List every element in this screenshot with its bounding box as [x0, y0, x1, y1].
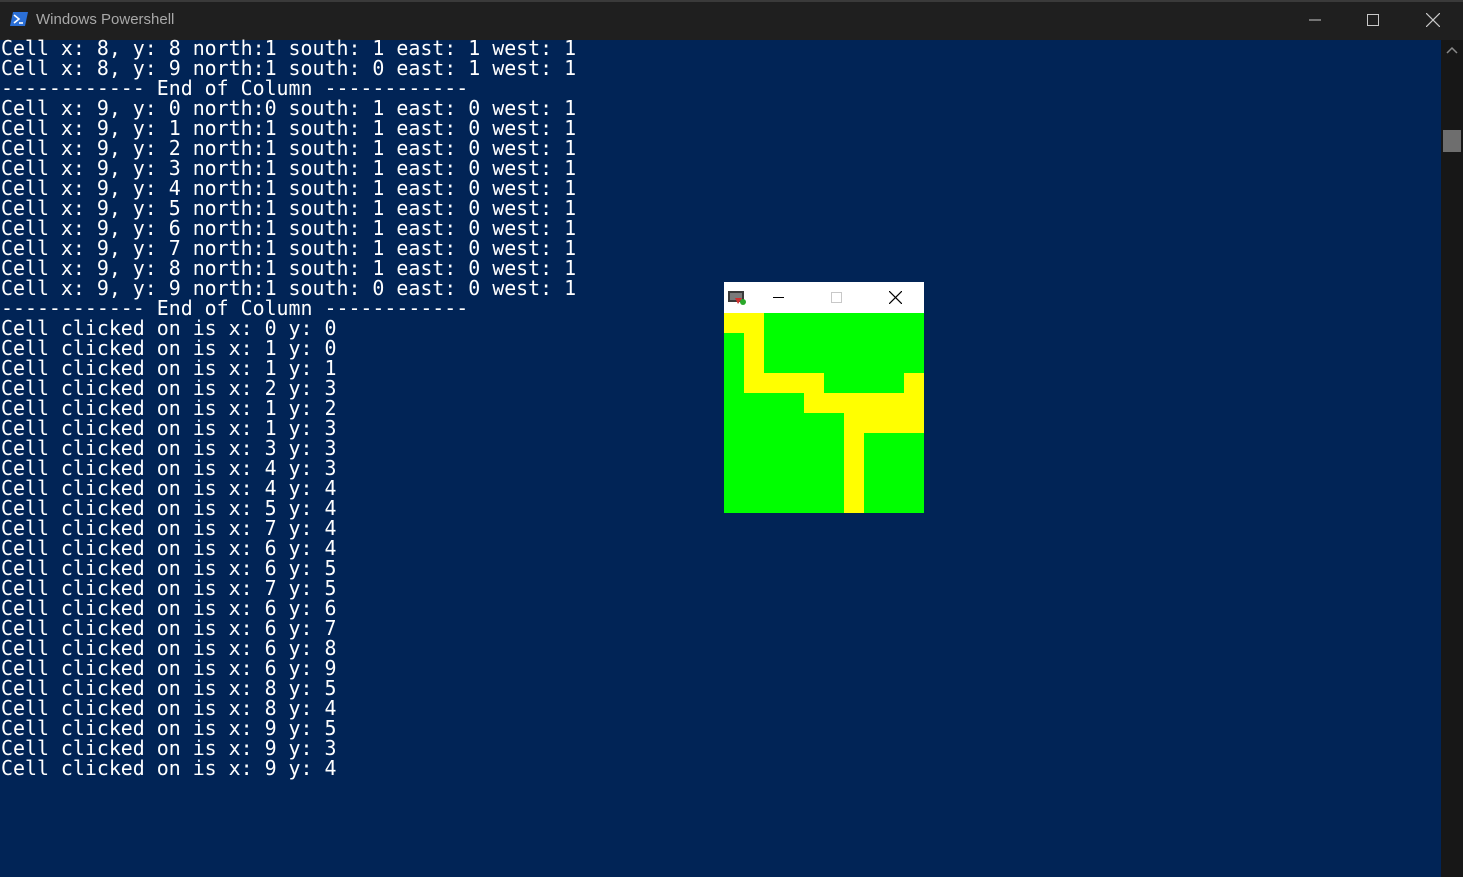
console-line: Cell x: 9, y: 4 north:1 south: 1 east: 0…: [1, 176, 577, 200]
maximize-icon: [830, 292, 842, 303]
maze-close-button[interactable]: [866, 282, 924, 313]
maze-path-cell[interactable]: [844, 433, 864, 453]
console-line: Cell x: 9, y: 8 north:1 south: 1 east: 0…: [1, 256, 577, 280]
console-line: Cell clicked on is x: 9 y: 5: [1, 716, 337, 740]
maze-window[interactable]: [724, 282, 924, 513]
console-line: Cell clicked on is x: 6 y: 8: [1, 636, 337, 660]
maze-path-cell[interactable]: [784, 373, 804, 393]
console-line: Cell clicked on is x: 2 y: 3: [1, 376, 337, 400]
maze-path-cell[interactable]: [824, 393, 844, 413]
console-line: Cell x: 9, y: 6 north:1 south: 1 east: 0…: [1, 216, 577, 240]
maximize-button[interactable]: [1344, 0, 1402, 40]
maze-minimize-button[interactable]: [750, 282, 806, 313]
console-line: Cell x: 9, y: 7 north:1 south: 1 east: 0…: [1, 236, 577, 260]
console-line: Cell clicked on is x: 7 y: 4: [1, 516, 337, 540]
title-bar[interactable]: Windows Powershell: [0, 0, 1463, 40]
maze-path-cell[interactable]: [904, 413, 924, 433]
console-line: Cell clicked on is x: 9 y: 4: [1, 756, 337, 780]
maze-path-cell[interactable]: [884, 393, 904, 413]
console-line: Cell clicked on is x: 9 y: 3: [1, 736, 337, 760]
maze-window-title-bar[interactable]: [724, 282, 924, 313]
minimize-button[interactable]: [1286, 0, 1344, 40]
console-line: Cell clicked on is x: 3 y: 3: [1, 436, 337, 460]
console-line: Cell clicked on is x: 5 y: 4: [1, 496, 337, 520]
app-icon: [728, 291, 746, 305]
console-line: Cell clicked on is x: 6 y: 5: [1, 556, 337, 580]
console-line: Cell clicked on is x: 0 y: 0: [1, 316, 337, 340]
maze-path-cell[interactable]: [844, 473, 864, 493]
maze-maximize-button[interactable]: [808, 282, 864, 313]
console-line: Cell x: 9, y: 0 north:0 south: 1 east: 0…: [1, 96, 577, 120]
minimize-icon: [1309, 19, 1321, 21]
maze-path-cell[interactable]: [744, 373, 764, 393]
maze-path-cell[interactable]: [844, 413, 864, 433]
maze-path-cell[interactable]: [744, 353, 764, 373]
close-button[interactable]: [1402, 0, 1463, 40]
maze-path-cell[interactable]: [844, 393, 864, 413]
minimize-icon: [772, 297, 784, 298]
console-line: Cell clicked on is x: 4 y: 4: [1, 476, 337, 500]
console-line: Cell clicked on is x: 8 y: 4: [1, 696, 337, 720]
console-line: Cell x: 8, y: 9 north:1 south: 0 east: 1…: [1, 56, 577, 80]
maximize-icon: [1367, 14, 1379, 26]
close-icon: [888, 291, 902, 304]
console-line: Cell clicked on is x: 8 y: 5: [1, 676, 337, 700]
maze-path-cell[interactable]: [744, 313, 764, 333]
powershell-icon: [10, 12, 28, 26]
maze-path-cell[interactable]: [844, 493, 864, 513]
taskbar-strip: [0, 0, 1463, 2]
maze-grid[interactable]: [724, 313, 924, 513]
vertical-scrollbar[interactable]: [1441, 40, 1463, 877]
console-line: Cell x: 9, y: 1 north:1 south: 1 east: 0…: [1, 116, 577, 140]
maze-path-cell[interactable]: [744, 333, 764, 353]
console-line: Cell x: 9, y: 9 north:1 south: 0 east: 0…: [1, 276, 577, 300]
console-line: Cell x: 9, y: 5 north:1 south: 1 east: 0…: [1, 196, 577, 220]
console-line: Cell clicked on is x: 6 y: 7: [1, 616, 337, 640]
scroll-up-arrow-icon[interactable]: [1446, 46, 1458, 54]
scrollbar-thumb[interactable]: [1443, 130, 1461, 152]
powershell-window: Windows Powershell Cell x: 8, y: 8 north…: [0, 0, 1463, 877]
maze-path-cell[interactable]: [884, 413, 904, 433]
maze-path-cell[interactable]: [804, 393, 824, 413]
console-line: Cell clicked on is x: 1 y: 0: [1, 336, 337, 360]
console-line: Cell clicked on is x: 1 y: 3: [1, 416, 337, 440]
console-line: Cell clicked on is x: 6 y: 9: [1, 656, 337, 680]
maze-path-cell[interactable]: [724, 313, 744, 333]
console-line: Cell clicked on is x: 4 y: 3: [1, 456, 337, 480]
console-line: Cell clicked on is x: 7 y: 5: [1, 576, 337, 600]
maze-path-cell[interactable]: [864, 393, 884, 413]
window-title: Windows Powershell: [36, 11, 175, 28]
console-line: Cell clicked on is x: 6 y: 4: [1, 536, 337, 560]
maze-path-cell[interactable]: [904, 393, 924, 413]
maze-path-cell[interactable]: [844, 453, 864, 473]
close-icon: [1425, 13, 1440, 27]
console-line: Cell clicked on is x: 1 y: 1: [1, 356, 337, 380]
maze-path-cell[interactable]: [864, 413, 884, 433]
console-line: Cell x: 9, y: 2 north:1 south: 1 east: 0…: [1, 136, 577, 160]
console-line: ------------ End of Column ------------: [1, 76, 469, 100]
console-line: Cell x: 8, y: 8 north:1 south: 1 east: 1…: [1, 38, 577, 60]
maze-path-cell[interactable]: [764, 373, 784, 393]
console-line: Cell clicked on is x: 1 y: 2: [1, 396, 337, 420]
maze-path-cell[interactable]: [904, 373, 924, 393]
maze-path-cell[interactable]: [804, 373, 824, 393]
console-output[interactable]: Cell x: 8, y: 8 north:1 south: 1 east: 1…: [1, 38, 1439, 877]
console-line: Cell clicked on is x: 6 y: 6: [1, 596, 337, 620]
console-line: ------------ End of Column ------------: [1, 296, 469, 320]
console-line: Cell x: 9, y: 3 north:1 south: 1 east: 0…: [1, 156, 577, 180]
